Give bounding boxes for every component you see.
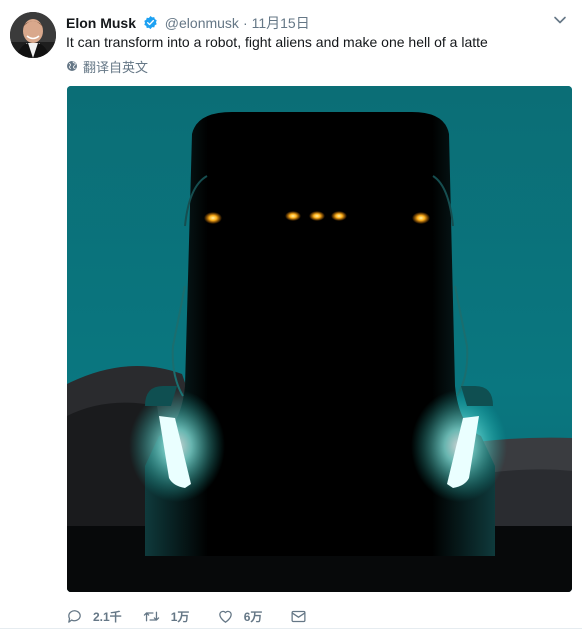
reply-count: 2.1千	[93, 609, 122, 624]
tweet-actions: 2.1千 1万 6万	[66, 606, 337, 626]
translate-label: 翻译自英文	[83, 59, 149, 75]
tweet-header: Elon Musk @elonmusk · 11月15日	[66, 13, 542, 33]
author-name[interactable]: Elon Musk	[66, 15, 136, 31]
tweet-text: It can transform into a robot, fight ali…	[66, 34, 488, 50]
avatar[interactable]	[10, 12, 56, 58]
like-button[interactable]: 6万	[217, 608, 270, 625]
separator-dot: ·	[242, 15, 248, 31]
timestamp[interactable]: 11月15日	[252, 15, 310, 31]
retweet-icon	[143, 611, 159, 621]
translate-link[interactable]: 翻译自英文	[66, 58, 149, 75]
chevron-down-icon[interactable]	[552, 12, 568, 28]
tweet-card[interactable]: Elon Musk @elonmusk · 11月15日 It can transf…	[0, 0, 582, 629]
tweet-image[interactable]	[67, 86, 572, 592]
reply-icon	[68, 609, 81, 623]
reply-button[interactable]: 2.1千	[66, 608, 122, 625]
author-handle[interactable]: @elonmusk	[165, 15, 239, 31]
tesla-semi-photo	[67, 86, 572, 592]
globe-icon	[67, 61, 77, 71]
like-icon	[218, 610, 232, 623]
retweet-count: 1万	[170, 609, 190, 624]
direct-message-icon	[291, 610, 306, 622]
avatar-photo	[10, 12, 56, 58]
verified-badge-icon	[143, 15, 158, 33]
retweet-button[interactable]: 1万	[142, 608, 197, 625]
like-count: 6万	[243, 609, 263, 624]
direct-message-button[interactable]	[290, 608, 317, 625]
